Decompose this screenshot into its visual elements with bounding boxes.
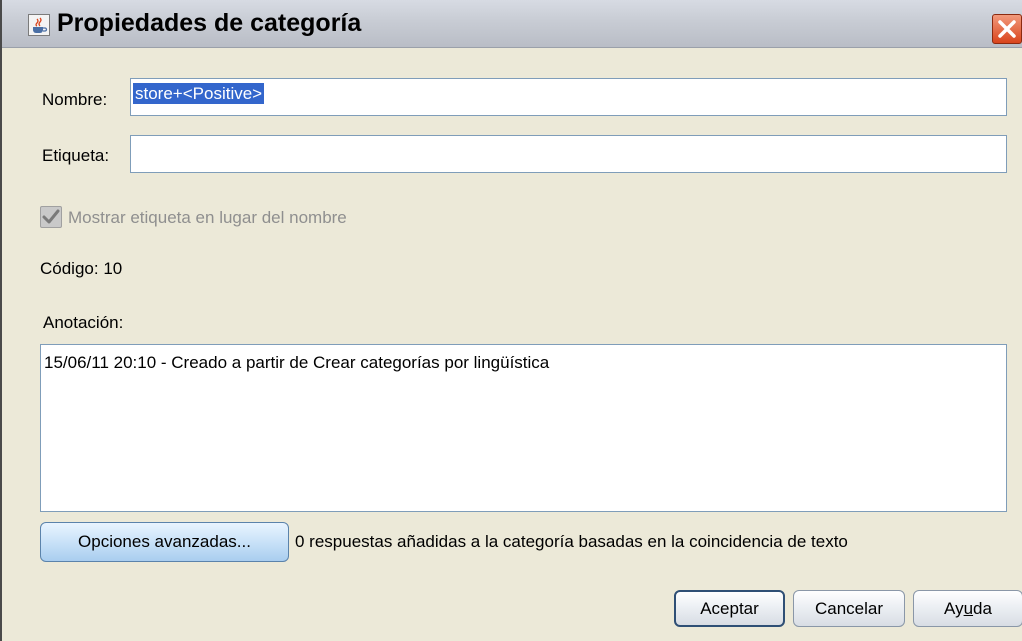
name-input[interactable]: store+<Positive>: [130, 78, 1007, 116]
advanced-options-label: Opciones avanzadas...: [78, 532, 251, 551]
name-label: Nombre:: [42, 90, 108, 109]
java-coffee-icon: [28, 14, 50, 36]
annotation-label: Anotación:: [43, 313, 124, 332]
tag-input[interactable]: [130, 135, 1007, 173]
show-tag-checkbox[interactable]: [40, 206, 62, 228]
cancel-button-label: Cancelar: [814, 599, 884, 618]
help-button[interactable]: Ayuda: [913, 590, 1022, 627]
ok-button[interactable]: Aceptar: [674, 590, 785, 627]
name-input-value: store+<Positive>: [133, 83, 265, 104]
close-button[interactable]: [992, 14, 1022, 44]
close-icon: [998, 20, 1016, 38]
match-status-text: 0 respuestas añadidas a la categoría bas…: [295, 532, 848, 551]
code-text: Código: 10: [40, 259, 123, 278]
help-label-suffix: da: [973, 599, 992, 618]
annotation-text: 15/06/11 20:10 - Creado a partir de Crea…: [44, 353, 550, 372]
dialog-title: Propiedades de categoría: [57, 9, 362, 37]
annotation-textarea[interactable]: 15/06/11 20:10 - Creado a partir de Crea…: [40, 344, 1007, 512]
checkmark-icon: [42, 209, 60, 224]
help-label-mnemonic: u: [963, 599, 974, 618]
tag-label: Etiqueta:: [42, 146, 110, 165]
help-label-prefix: Ay: [944, 599, 964, 618]
title-bar[interactable]: Propiedades de categoría: [2, 0, 1022, 48]
advanced-options-button[interactable]: Opciones avanzadas...: [40, 522, 289, 562]
show-tag-label: Mostrar etiqueta en lugar del nombre: [68, 208, 347, 227]
cancel-button[interactable]: Cancelar: [793, 590, 905, 627]
category-properties-dialog: Propiedades de categoría Nombre: store+<…: [0, 0, 1022, 641]
ok-button-label: Aceptar: [700, 599, 759, 618]
